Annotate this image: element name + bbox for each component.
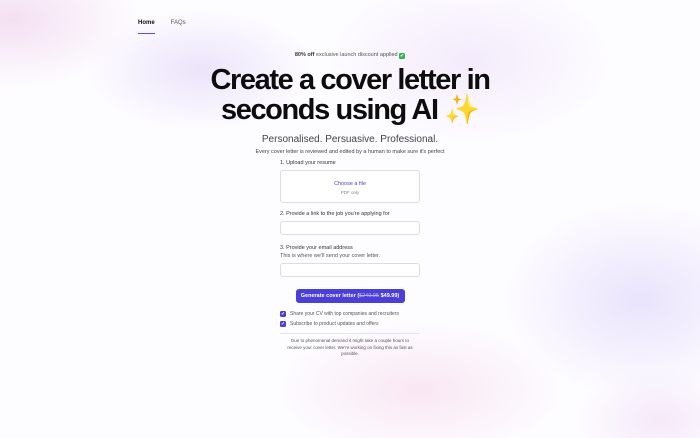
sparkles-icon: ✨ xyxy=(444,94,480,126)
promo-banner: 80% off exclusive launch discount applie… xyxy=(0,52,700,59)
promo-text: exclusive launch discount applied xyxy=(315,52,398,58)
divider xyxy=(280,333,420,334)
demand-notice: Due to phenomenal demand it might take a… xyxy=(287,338,413,356)
check-mark-icon: ✔ xyxy=(399,53,406,59)
subscribe-option: ✔ Subscribe to product updates and offer… xyxy=(280,321,420,327)
generate-button-label: Generate cover letter ( xyxy=(300,293,360,299)
generate-cover-letter-button[interactable]: Generate cover letter ($249.95 $49.99) xyxy=(295,289,405,303)
page-subtitle: Personalised. Persuasive. Professional. xyxy=(261,134,439,145)
page-tagline: Every cover letter is reviewed and edite… xyxy=(255,149,445,155)
title-line-1: Create a cover letter in xyxy=(210,64,491,96)
upload-hint: PDF only xyxy=(340,190,360,195)
email-input[interactable] xyxy=(280,263,420,277)
job-link-input[interactable] xyxy=(280,221,420,235)
share-cv-option: ✔ Share your CV with top companies and r… xyxy=(280,311,420,317)
page-title: Create a cover letter in seconds using A… xyxy=(0,65,700,125)
nav-faqs[interactable]: FAQs xyxy=(171,18,186,34)
subscribe-checkbox[interactable]: ✔ xyxy=(280,321,286,327)
resume-upload-dropzone[interactable]: Choose a file PDF only xyxy=(280,170,420,203)
promo-discount: 80% off xyxy=(294,52,315,58)
new-price: $49.99) xyxy=(380,293,400,299)
title-line-2: seconds using AI xyxy=(220,94,439,126)
top-nav: Home FAQs xyxy=(138,18,202,34)
hero-section: 80% off exclusive launch discount applie… xyxy=(0,52,700,155)
email-label: 3. Provide your email address xyxy=(280,245,353,251)
share-cv-checkbox[interactable]: ✔ xyxy=(280,311,286,317)
subscribe-label: Subscribe to product updates and offers xyxy=(290,321,379,327)
cover-letter-form: 1. Upload your resume Choose a file PDF … xyxy=(280,160,420,358)
job-link-label: 2. Provide a link to the job you're appl… xyxy=(280,211,390,217)
old-price: $249.95 xyxy=(359,293,380,299)
nav-home[interactable]: Home xyxy=(138,18,155,34)
resume-label: 1. Upload your resume xyxy=(280,160,336,166)
email-hint: This is where we'll send your cover lett… xyxy=(280,253,381,259)
choose-file-link[interactable]: Choose a file xyxy=(281,181,419,187)
share-cv-label: Share your CV with top companies and rec… xyxy=(290,311,399,317)
